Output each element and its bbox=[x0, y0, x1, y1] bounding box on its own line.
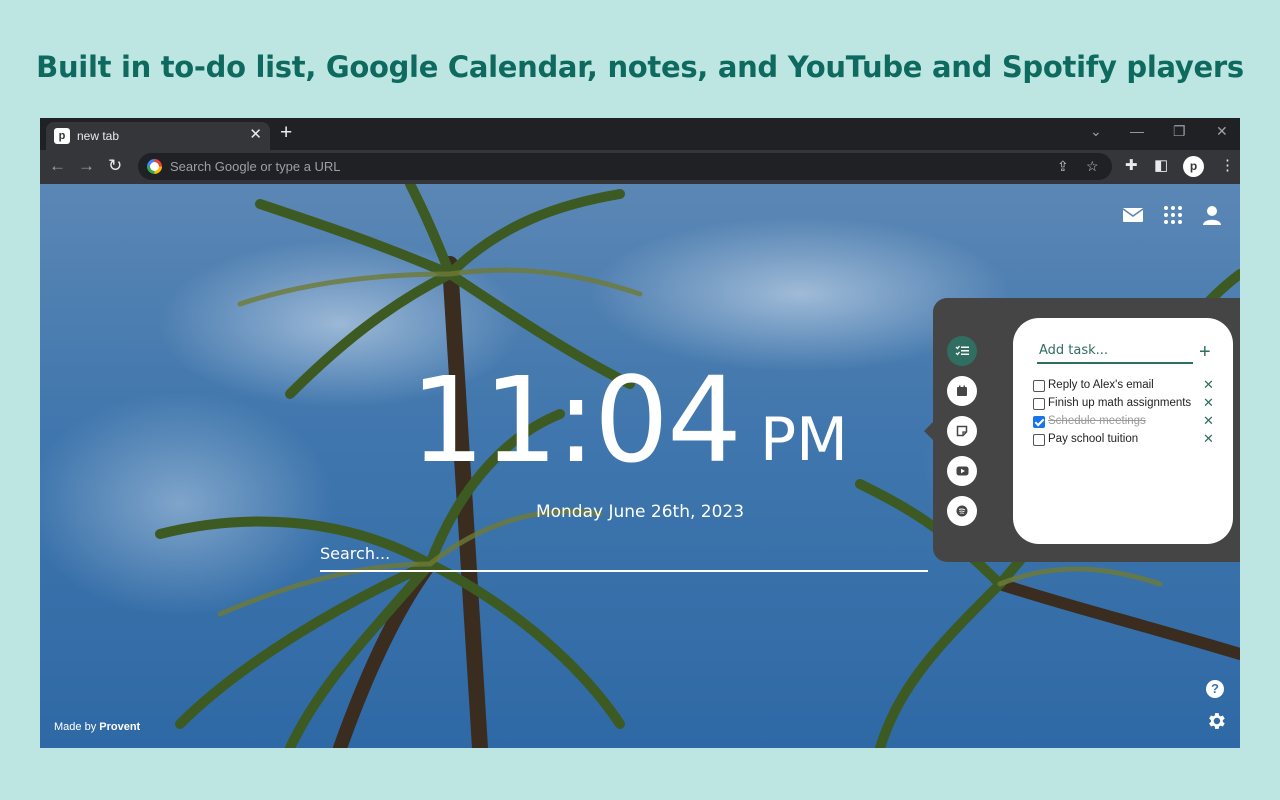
search-input[interactable] bbox=[320, 540, 928, 572]
spotify-icon bbox=[956, 505, 968, 517]
task-checkbox[interactable] bbox=[1033, 398, 1045, 410]
task-checkbox-checked[interactable] bbox=[1033, 416, 1045, 428]
new-tab-button[interactable]: + bbox=[280, 121, 292, 145]
clock-date: Monday June 26th, 2023 bbox=[535, 502, 745, 522]
credit-prefix: Made by bbox=[54, 721, 97, 733]
provent-favicon-icon: p bbox=[54, 128, 70, 144]
minimize-icon[interactable]: — bbox=[1130, 123, 1144, 139]
credit-line: Made by Provent bbox=[54, 721, 140, 733]
restore-icon[interactable]: ❐ bbox=[1173, 123, 1186, 140]
delete-task-icon[interactable]: ✕ bbox=[1203, 413, 1214, 429]
browser-window: p new tab ✕ + ⌄ — ❐ ✕ ← → ↻ Search Googl… bbox=[40, 118, 1240, 748]
task-item: Schedule meetings ✕ bbox=[1033, 413, 1229, 432]
panel-pointer bbox=[924, 422, 933, 440]
back-arrow-icon[interactable]: ← bbox=[49, 156, 66, 176]
calendar-icon bbox=[957, 385, 967, 396]
add-task-button[interactable]: + bbox=[1199, 341, 1211, 363]
page-headline: Built in to-do list, Google Calendar, no… bbox=[36, 50, 1244, 84]
browser-toolbar: ← → ↻ Search Google or type a URL ⇪ ☆ ✚ … bbox=[40, 150, 1240, 184]
task-label: Finish up math assignments bbox=[1048, 397, 1192, 409]
share-icon[interactable]: ⇪ bbox=[1057, 158, 1069, 175]
google-icon bbox=[147, 159, 162, 174]
task-checkbox[interactable] bbox=[1033, 434, 1045, 446]
delete-task-icon[interactable]: ✕ bbox=[1203, 395, 1214, 411]
star-icon[interactable]: ☆ bbox=[1086, 158, 1099, 175]
clock-ampm: PM bbox=[760, 405, 848, 475]
gear-icon[interactable] bbox=[1205, 710, 1227, 732]
profile-avatar[interactable]: p bbox=[1183, 156, 1204, 177]
menu-icon[interactable]: ⋮ bbox=[1220, 157, 1235, 175]
spotify-button[interactable] bbox=[947, 496, 977, 526]
task-item: Finish up math assignments ✕ bbox=[1033, 395, 1229, 414]
new-tab-page: 11:04 PM Monday June 26th, 2023 Search..… bbox=[40, 184, 1240, 748]
help-icon[interactable]: ? bbox=[1206, 680, 1224, 698]
task-label: Reply to Alex's email bbox=[1048, 379, 1154, 391]
apps-grid-icon[interactable] bbox=[1162, 205, 1184, 225]
todo-list-card: + Reply to Alex's email ✕ Finish up math… bbox=[1013, 318, 1233, 544]
reload-icon[interactable]: ↻ bbox=[108, 156, 122, 176]
tab-title: new tab bbox=[77, 129, 120, 143]
forward-arrow-icon[interactable]: → bbox=[78, 156, 95, 176]
tab-new-tab[interactable]: p new tab ✕ bbox=[46, 122, 270, 150]
address-bar-placeholder: Search Google or type a URL bbox=[170, 159, 341, 174]
youtube-icon bbox=[956, 466, 968, 476]
widget-panel: + Reply to Alex's email ✕ Finish up math… bbox=[924, 298, 1240, 562]
extensions-icon[interactable]: ✚ bbox=[1125, 157, 1138, 175]
todo-list-button[interactable] bbox=[947, 336, 977, 366]
delete-task-icon[interactable]: ✕ bbox=[1203, 377, 1214, 393]
add-task-input[interactable] bbox=[1037, 340, 1193, 364]
task-item: Pay school tuition ✕ bbox=[1033, 431, 1229, 450]
task-label: Pay school tuition bbox=[1048, 433, 1139, 445]
todo-list-icon bbox=[955, 345, 969, 356]
youtube-button[interactable] bbox=[947, 456, 977, 486]
task-item: Reply to Alex's email ✕ bbox=[1033, 377, 1229, 396]
tab-strip: p new tab ✕ + ⌄ — ❐ ✕ bbox=[40, 118, 1240, 150]
notes-icon bbox=[956, 425, 968, 437]
side-panel-icon[interactable]: ◧ bbox=[1154, 157, 1168, 175]
window-close-icon[interactable]: ✕ bbox=[1216, 123, 1228, 140]
delete-task-icon[interactable]: ✕ bbox=[1203, 431, 1214, 447]
task-label: Schedule meetings bbox=[1048, 415, 1146, 427]
calendar-button[interactable] bbox=[947, 376, 977, 406]
credit-brand-link[interactable]: Provent bbox=[99, 721, 140, 733]
clock: 11:04 PM bbox=[410, 356, 890, 486]
tab-close-icon[interactable]: ✕ bbox=[249, 126, 262, 144]
chevron-down-icon[interactable]: ⌄ bbox=[1090, 123, 1102, 140]
address-bar[interactable]: Search Google or type a URL ⇪ ☆ bbox=[138, 153, 1112, 180]
notes-button[interactable] bbox=[947, 416, 977, 446]
mail-icon[interactable] bbox=[1122, 205, 1144, 225]
account-icon[interactable] bbox=[1201, 205, 1223, 225]
clock-time: 11:04 bbox=[410, 351, 742, 489]
task-checkbox[interactable] bbox=[1033, 380, 1045, 392]
